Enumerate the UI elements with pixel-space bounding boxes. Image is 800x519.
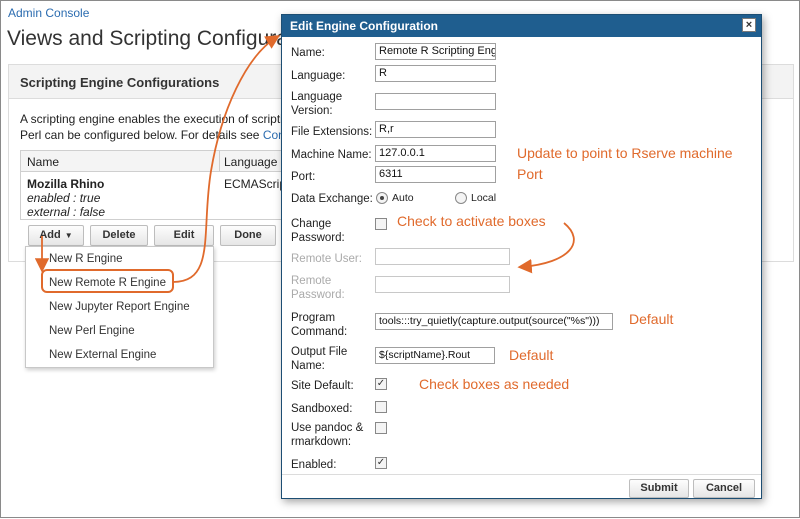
data-exchange-label: Data Exchange: bbox=[291, 193, 373, 205]
language-input[interactable]: R bbox=[375, 65, 496, 82]
delete-button[interactable]: Delete bbox=[90, 225, 148, 246]
engine-enabled: enabled : true bbox=[27, 191, 101, 205]
local-label: Local bbox=[471, 192, 497, 204]
file-extensions-label: File Extensions: bbox=[291, 126, 373, 138]
panel-description: A scripting engine enables the execution… bbox=[20, 111, 282, 143]
add-engine-menu: New R Engine New Remote R Engine New Jup… bbox=[25, 246, 214, 368]
sandboxed-checkbox[interactable] bbox=[375, 401, 387, 413]
annotation-checkboxes: Check boxes as needed bbox=[419, 376, 570, 392]
pandoc-label: Use pandoc & rmarkdown: bbox=[291, 421, 363, 449]
table-row[interactable]: Mozilla Rhino enabled : true external : … bbox=[21, 173, 289, 219]
change-password-label-line1: Change bbox=[291, 218, 332, 230]
annotation-change-password: Check to activate boxes bbox=[397, 213, 546, 229]
dialog-titlebar: Edit Engine Configuration × bbox=[282, 15, 761, 37]
remote-password-label-line2: Password: bbox=[291, 289, 345, 301]
machine-name-label: Machine Name: bbox=[291, 149, 372, 161]
panel-title: Scripting Engine Configurations bbox=[20, 75, 220, 90]
menu-item-new-jupyter-report-engine[interactable]: New Jupyter Report Engine bbox=[49, 301, 190, 313]
program-command-input[interactable]: tools:::try_quietly(capture.output(sourc… bbox=[375, 313, 613, 330]
edit-button[interactable]: Edit bbox=[154, 225, 214, 246]
sandboxed-label: Sandboxed: bbox=[291, 403, 353, 415]
cancel-button[interactable]: Cancel bbox=[693, 479, 755, 498]
pandoc-checkbox[interactable] bbox=[375, 422, 387, 434]
dialog-footer-divider bbox=[282, 474, 761, 475]
column-header-name[interactable]: Name bbox=[27, 155, 59, 169]
auto-label: Auto bbox=[392, 192, 414, 204]
name-input[interactable]: Remote R Scripting Engine bbox=[375, 43, 496, 60]
done-button[interactable]: Done bbox=[220, 225, 276, 246]
output-file-label-line2: Name: bbox=[291, 360, 325, 372]
remote-user-input[interactable] bbox=[375, 248, 510, 265]
program-command-label: Program Command: bbox=[291, 311, 347, 339]
program-command-label-line2: Command: bbox=[291, 326, 348, 338]
local-radio[interactable] bbox=[455, 192, 467, 204]
remote-password-label: Remote Password: bbox=[291, 274, 345, 302]
site-default-label: Site Default: bbox=[291, 380, 354, 392]
output-file-label: Output File Name: bbox=[291, 345, 347, 373]
annotation-output-default: Default bbox=[509, 347, 554, 363]
enabled-label: Enabled: bbox=[291, 459, 337, 471]
caret-down-icon: ▼ bbox=[64, 231, 73, 240]
menu-item-new-perl-engine[interactable]: New Perl Engine bbox=[49, 325, 135, 337]
page-title: Views and Scripting Configuration bbox=[7, 27, 322, 50]
port-input[interactable]: 6311 bbox=[375, 166, 496, 183]
change-password-label: Change Password: bbox=[291, 217, 345, 245]
language-version-label-line2: Version: bbox=[291, 105, 333, 117]
annotation-machine: Update to point to Rserve machine bbox=[517, 145, 733, 161]
enabled-checkbox[interactable]: ✓ bbox=[375, 457, 387, 469]
column-divider bbox=[219, 151, 220, 172]
language-version-label-line1: Language bbox=[291, 91, 343, 103]
pandoc-label-line2: rmarkdown: bbox=[291, 436, 352, 448]
panel-desc-line1: A scripting engine enables the execution… bbox=[20, 112, 282, 126]
machine-name-input[interactable]: 127.0.0.1 bbox=[375, 145, 496, 162]
configure-link[interactable]: Configu bbox=[263, 128, 282, 142]
annotation-program-default: Default bbox=[629, 311, 674, 327]
menu-item-new-r-engine[interactable]: New R Engine bbox=[49, 253, 123, 265]
annotation-port: Port bbox=[517, 166, 543, 182]
submit-button[interactable]: Submit bbox=[629, 479, 689, 498]
table-header: Name Language bbox=[21, 151, 281, 172]
site-default-checkbox[interactable]: ✓ bbox=[375, 378, 387, 390]
panel-desc-line2: Perl can be configured below. For detail… bbox=[20, 127, 282, 143]
change-password-label-line2: Password: bbox=[291, 232, 345, 244]
language-version-label: Language Version: bbox=[291, 90, 342, 118]
file-extensions-input[interactable]: R,r bbox=[375, 121, 496, 138]
output-file-input[interactable]: ${scriptName}.Rout bbox=[375, 347, 495, 364]
program-command-label-line1: Program bbox=[291, 312, 336, 324]
remote-password-label-line1: Remote bbox=[291, 275, 332, 287]
dialog-title: Edit Engine Configuration bbox=[290, 19, 438, 33]
menu-item-new-external-engine[interactable]: New External Engine bbox=[49, 349, 156, 361]
engine-name: Mozilla Rhino bbox=[27, 177, 105, 191]
pandoc-label-line1: Use pandoc & bbox=[291, 422, 364, 434]
column-header-language[interactable]: Language bbox=[224, 155, 277, 169]
output-file-label-line1: Output File bbox=[291, 346, 348, 358]
highlight-box bbox=[41, 269, 174, 293]
edit-engine-dialog: Edit Engine Configuration × Name: Remote… bbox=[281, 14, 762, 499]
engine-table: Name Language Mozilla Rhino enabled : tr… bbox=[20, 150, 289, 220]
remote-password-input[interactable] bbox=[375, 276, 510, 293]
add-button[interactable]: Add ▼ bbox=[28, 225, 84, 246]
breadcrumb[interactable]: Admin Console bbox=[8, 6, 89, 20]
close-icon[interactable]: × bbox=[742, 18, 756, 32]
engine-language: ECMAScript bbox=[224, 177, 290, 191]
engine-external: external : false bbox=[27, 205, 106, 219]
port-label: Port: bbox=[291, 171, 316, 183]
remote-user-label: Remote User: bbox=[291, 253, 362, 265]
name-label: Name: bbox=[291, 47, 325, 59]
language-version-input[interactable] bbox=[375, 93, 496, 110]
language-label: Language: bbox=[291, 70, 346, 82]
change-password-checkbox[interactable] bbox=[375, 218, 387, 230]
panel-desc-prefix: Perl can be configured below. For detail… bbox=[20, 128, 263, 142]
add-label: Add bbox=[39, 229, 61, 241]
auto-radio[interactable] bbox=[376, 192, 388, 204]
